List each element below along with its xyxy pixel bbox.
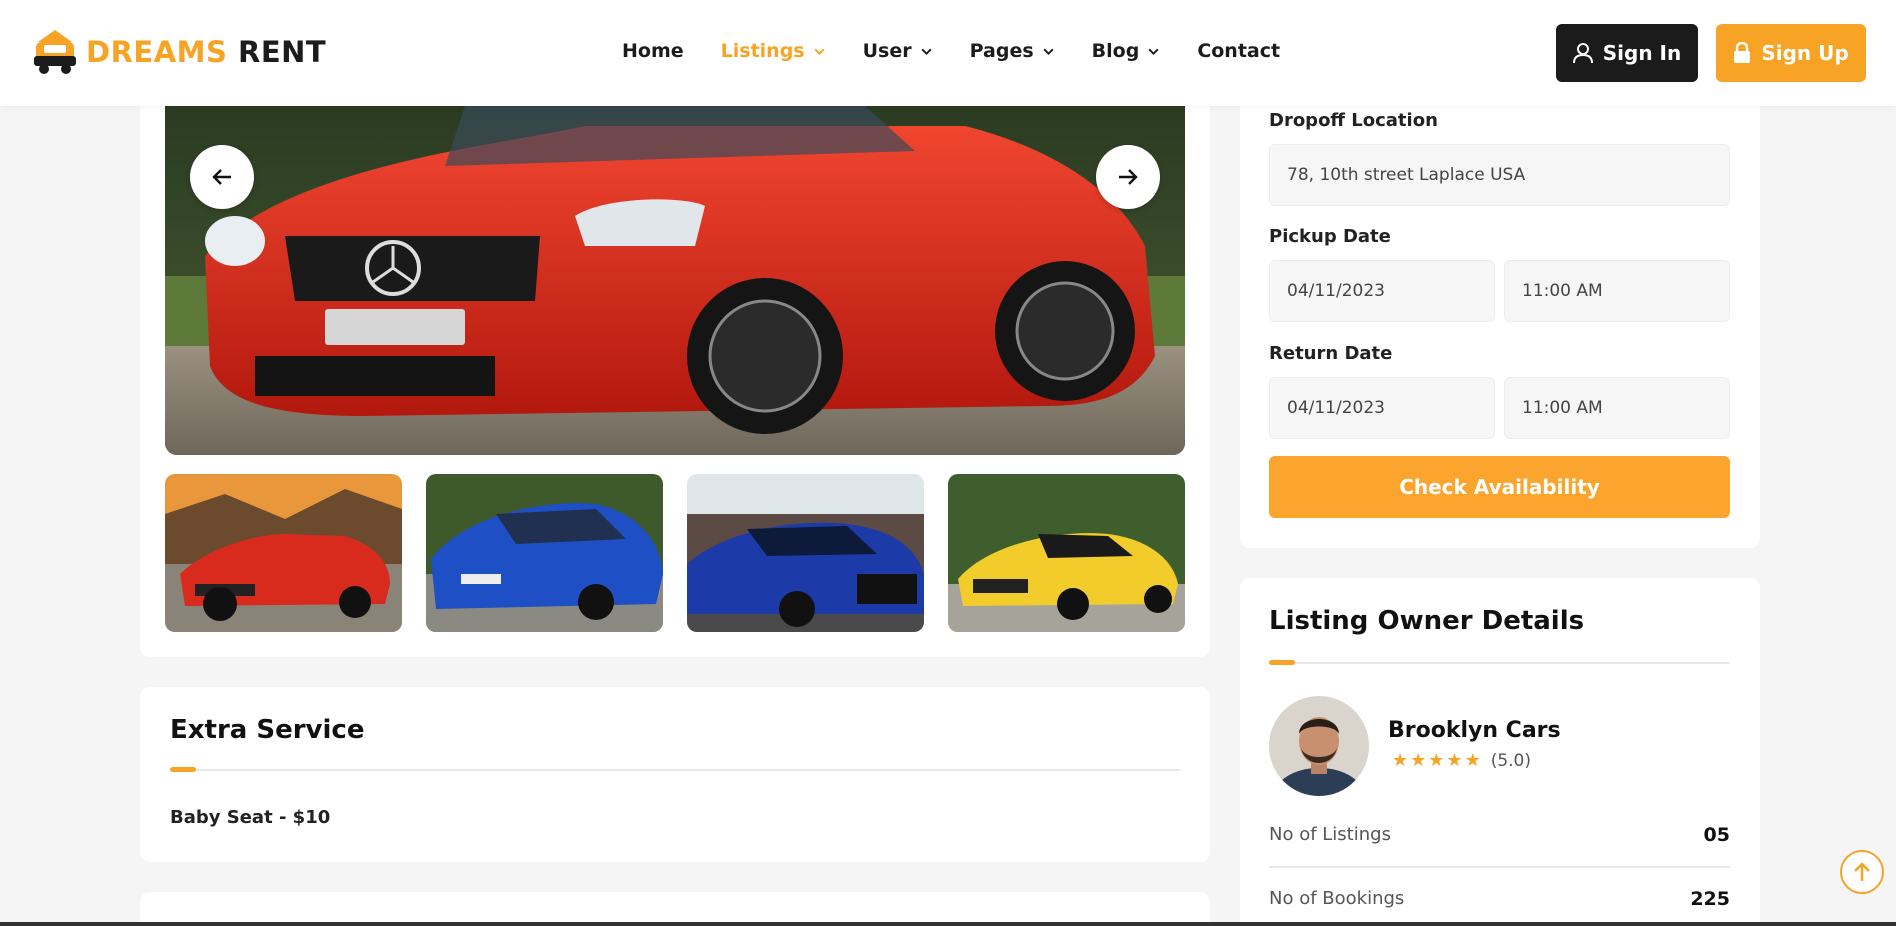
chevron-down-icon <box>921 48 932 55</box>
previous-image-button[interactable] <box>190 145 254 209</box>
thumbnail-red-car[interactable] <box>165 474 402 632</box>
chevron-down-icon <box>814 48 825 55</box>
arrow-up-icon <box>1854 862 1870 881</box>
thumbnail-blue-audi[interactable] <box>687 474 924 632</box>
title-accent <box>1269 660 1295 665</box>
nav-label: Pages <box>969 40 1034 62</box>
pickup-time-input[interactable]: 11:00 AM <box>1504 260 1730 322</box>
owner-section-title: Listing Owner Details <box>1269 606 1585 636</box>
check-availability-button[interactable]: Check Availability <box>1269 456 1730 518</box>
sign-up-label: Sign Up <box>1761 41 1849 65</box>
sign-in-button[interactable]: Sign In <box>1556 24 1698 82</box>
nav-label: Home <box>622 40 684 62</box>
blue-audi-thumbnail-image <box>687 474 924 632</box>
star-icon: ★ <box>1428 750 1445 771</box>
car-logo-icon <box>34 30 76 74</box>
lock-icon <box>1734 42 1751 63</box>
red-convertible-image <box>165 106 1185 455</box>
next-image-button[interactable] <box>1096 145 1160 209</box>
nav-item-pages[interactable]: Pages <box>970 40 1055 62</box>
sign-up-button[interactable]: Sign Up <box>1716 24 1866 82</box>
chevron-down-icon <box>1148 48 1159 55</box>
red-car-thumbnail-image <box>165 474 402 632</box>
arrow-left-icon <box>212 169 231 185</box>
extra-service-title: Extra Service <box>170 715 365 745</box>
extra-service-card: Extra Service Baby Seat - $10 <box>140 687 1210 862</box>
arrow-right-icon <box>1119 169 1138 185</box>
return-time-input[interactable]: 11:00 AM <box>1504 377 1730 439</box>
nav-item-home[interactable]: Home <box>622 40 684 62</box>
divider <box>1269 662 1730 664</box>
brand-name-part2: RENT <box>238 35 327 69</box>
return-date-input[interactable]: 04/11/2023 <box>1269 377 1495 439</box>
extra-service-item: Baby Seat - $10 <box>170 807 331 828</box>
dropoff-location-input[interactable]: 78, 10th street Laplace USA <box>1269 144 1730 206</box>
owner-avatar-image <box>1269 696 1369 796</box>
return-date-label: Return Date <box>1269 343 1393 364</box>
listing-owner-card: Listing Owner Details Brooklyn Cars ★ ★ … <box>1240 578 1760 926</box>
stat-label-listings: No of Listings <box>1269 824 1391 845</box>
pickup-date-input[interactable]: 04/11/2023 <box>1269 260 1495 322</box>
stat-value-listings: 05 <box>1703 824 1730 846</box>
nav-label: Contact <box>1197 40 1281 62</box>
nav-item-user[interactable]: User <box>863 40 933 62</box>
thumbnail-yellow-car[interactable] <box>948 474 1185 632</box>
main-nav: Home Listings User Pages Blog Contact <box>622 40 1317 62</box>
chevron-down-icon <box>1043 48 1054 55</box>
star-icon: ★ <box>1392 750 1409 771</box>
owner-name: Brooklyn Cars <box>1388 718 1561 743</box>
divider <box>170 769 1180 771</box>
divider <box>1269 866 1730 868</box>
dropoff-location-label: Dropoff Location <box>1269 110 1438 131</box>
stat-value-bookings: 225 <box>1690 888 1730 910</box>
title-accent <box>170 767 196 772</box>
avatar[interactable] <box>1269 696 1369 796</box>
blue-sedan-thumbnail-image <box>426 474 663 632</box>
nav-item-contact[interactable]: Contact <box>1197 40 1280 62</box>
user-icon <box>1572 43 1593 64</box>
star-icon: ★ <box>1464 750 1481 771</box>
rating-stars: ★ ★ ★ ★ ★ (5.0) <box>1392 750 1531 771</box>
logo[interactable]: DREAMS RENT <box>32 28 326 76</box>
nav-label: Blog <box>1091 40 1140 62</box>
page-bottom-bar <box>0 922 1896 926</box>
main-car-image <box>165 106 1185 455</box>
nav-label: User <box>862 40 912 62</box>
brand-name-part1: DREAMS <box>86 35 228 69</box>
stat-label-bookings: No of Bookings <box>1269 888 1405 909</box>
nav-item-blog[interactable]: Blog <box>1092 40 1161 62</box>
nav-item-listings[interactable]: Listings <box>721 40 826 62</box>
sign-in-label: Sign In <box>1602 41 1682 65</box>
rating-value: (5.0) <box>1490 750 1532 771</box>
star-icon: ★ <box>1410 750 1427 771</box>
nav-label: Listings <box>720 40 805 62</box>
site-header: DREAMS RENT Home Listings User Pages Blo… <box>0 0 1896 106</box>
booking-form-card: Dropoff Location 78, 10th street Laplace… <box>1240 60 1760 548</box>
pickup-date-label: Pickup Date <box>1269 226 1391 247</box>
star-icon: ★ <box>1446 750 1463 771</box>
thumbnail-blue-sedan[interactable] <box>426 474 663 632</box>
yellow-car-thumbnail-image <box>948 474 1185 632</box>
scroll-to-top-button[interactable] <box>1840 850 1884 894</box>
next-section-card <box>140 892 1210 926</box>
